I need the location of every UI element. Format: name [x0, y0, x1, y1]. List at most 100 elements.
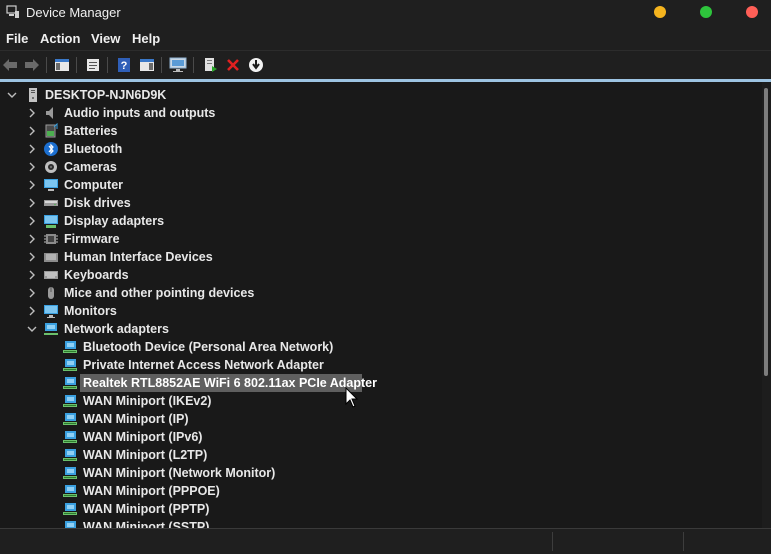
tree-category-computer[interactable]: Computer	[0, 176, 762, 194]
toolbar-separator	[193, 57, 194, 73]
title-bar: Device Manager	[0, 0, 771, 26]
update-driver-icon[interactable]	[200, 55, 220, 75]
toolbar-separator	[107, 57, 108, 73]
menu-view[interactable]: View	[91, 31, 120, 46]
tree-category-cameras[interactable]: Cameras	[0, 158, 762, 176]
tree-category-audio-inputs-and-outputs[interactable]: Audio inputs and outputs	[0, 104, 762, 122]
computer-icon	[44, 179, 58, 191]
chevron-right-icon[interactable]	[26, 215, 38, 227]
network-adapter-icon	[63, 485, 77, 497]
status-divider	[683, 532, 684, 551]
tree-device-item[interactable]: Realtek RTL8852AE WiFi 6 802.11ax PCIe A…	[0, 374, 762, 392]
chevron-right-icon[interactable]	[26, 251, 38, 263]
download-icon[interactable]	[246, 55, 266, 75]
tree-root-label: DESKTOP-NJN6D9K	[45, 88, 167, 102]
help-icon[interactable]: ?	[114, 55, 134, 75]
tree-category-label: Monitors	[64, 304, 117, 318]
network-adapter-icon	[63, 431, 77, 443]
maximize-button[interactable]	[700, 6, 712, 18]
tree-category-label: Firmware	[64, 232, 120, 246]
chevron-right-icon[interactable]	[26, 107, 38, 119]
network-adapter-icon	[63, 341, 77, 353]
chevron-right-icon[interactable]	[26, 161, 38, 173]
chevron-right-icon[interactable]	[26, 287, 38, 299]
network-adapter-icon	[63, 377, 77, 389]
menu-file[interactable]: File	[6, 31, 28, 46]
network-adapter-icon	[63, 359, 77, 371]
tree-device-label: WAN Miniport (IKEv2)	[83, 394, 212, 408]
chevron-right-icon[interactable]	[26, 305, 38, 317]
chevron-right-icon[interactable]	[26, 269, 38, 281]
tree-category-mice-and-other-pointing-devices[interactable]: Mice and other pointing devices	[0, 284, 762, 302]
chevron-right-icon[interactable]	[26, 233, 38, 245]
tree-device-item[interactable]: WAN Miniport (Network Monitor)	[0, 464, 762, 482]
hid-icon	[44, 253, 58, 262]
menu-action[interactable]: Action	[40, 31, 80, 46]
tree-category-network-adapters[interactable]: Network adapters	[0, 320, 762, 338]
toolbar-separator	[161, 57, 162, 73]
device-tree[interactable]: DESKTOP-NJN6D9K Audio inputs and outputs…	[0, 82, 762, 528]
camera-icon	[45, 161, 57, 173]
device-manager-icon	[6, 5, 19, 18]
mouse-pointer-icon	[345, 387, 359, 408]
disk-drive-icon	[44, 200, 58, 206]
chevron-right-icon[interactable]	[26, 197, 38, 209]
computer-tower-icon	[29, 88, 37, 102]
tree-device-item[interactable]: WAN Miniport (L2TP)	[0, 446, 762, 464]
tree-root[interactable]: DESKTOP-NJN6D9K	[0, 86, 762, 104]
properties-icon[interactable]	[83, 55, 103, 75]
tree-device-item[interactable]: WAN Miniport (SSTP)	[0, 518, 762, 528]
tree-category-keyboards[interactable]: Keyboards	[0, 266, 762, 284]
tree-device-label: WAN Miniport (PPTP)	[83, 502, 210, 516]
tree-device-item[interactable]: WAN Miniport (PPPOE)	[0, 482, 762, 500]
mouse-icon	[48, 287, 54, 299]
tree-category-batteries[interactable]: Batteries	[0, 122, 762, 140]
tree-device-label: WAN Miniport (L2TP)	[83, 448, 208, 462]
battery-icon	[45, 123, 58, 138]
vertical-scrollbar[interactable]	[762, 82, 771, 528]
tree-category-label: Keyboards	[64, 268, 129, 282]
action-pane-icon[interactable]	[137, 55, 157, 75]
tree-category-display-adapters[interactable]: Display adapters	[0, 212, 762, 230]
tree-category-label: Human Interface Devices	[64, 250, 213, 264]
status-divider	[552, 532, 553, 551]
tree-device-item[interactable]: WAN Miniport (IP)	[0, 410, 762, 428]
tree-category-disk-drives[interactable]: Disk drives	[0, 194, 762, 212]
tree-category-human-interface-devices[interactable]: Human Interface Devices	[0, 248, 762, 266]
tree-category-bluetooth[interactable]: Bluetooth	[0, 140, 762, 158]
network-adapter-icon	[63, 467, 77, 479]
menu-bar: File Action View Help	[0, 26, 771, 50]
monitor-icon	[44, 305, 58, 318]
chevron-down-icon[interactable]	[26, 323, 38, 335]
tree-category-label: Computer	[64, 178, 124, 192]
forward-icon[interactable]	[22, 55, 42, 75]
menu-help[interactable]: Help	[132, 31, 160, 46]
tree-device-label: Private Internet Access Network Adapter	[83, 358, 324, 372]
uninstall-icon[interactable]	[223, 55, 243, 75]
tree-device-item[interactable]: WAN Miniport (IKEv2)	[0, 392, 762, 410]
tree-category-monitors[interactable]: Monitors	[0, 302, 762, 320]
tree-device-item[interactable]: WAN Miniport (IPv6)	[0, 428, 762, 446]
chevron-down-icon[interactable]	[6, 89, 18, 101]
network-adapter-icon	[63, 413, 77, 425]
tree-device-label: WAN Miniport (Network Monitor)	[83, 466, 276, 480]
firmware-icon	[44, 234, 58, 244]
tree-device-item[interactable]: Bluetooth Device (Personal Area Network)	[0, 338, 762, 356]
chevron-right-icon[interactable]	[26, 143, 38, 155]
network-adapter-icon	[44, 323, 58, 335]
tree-device-item[interactable]: Private Internet Access Network Adapter	[0, 356, 762, 374]
status-bar	[0, 528, 771, 554]
tree-category-firmware[interactable]: Firmware	[0, 230, 762, 248]
show-hide-console-tree-icon[interactable]	[52, 55, 72, 75]
tree-device-label: WAN Miniport (IPv6)	[83, 430, 203, 444]
scrollbar-thumb[interactable]	[764, 88, 768, 376]
close-button[interactable]	[746, 6, 758, 18]
chevron-right-icon[interactable]	[26, 179, 38, 191]
monitor-icon[interactable]	[168, 55, 188, 75]
tree-device-label: WAN Miniport (PPPOE)	[83, 484, 220, 498]
minimize-button[interactable]	[654, 6, 666, 18]
tree-device-item[interactable]: WAN Miniport (PPTP)	[0, 500, 762, 518]
tree-category-label: Disk drives	[64, 196, 131, 210]
chevron-right-icon[interactable]	[26, 125, 38, 137]
back-icon[interactable]	[0, 55, 20, 75]
